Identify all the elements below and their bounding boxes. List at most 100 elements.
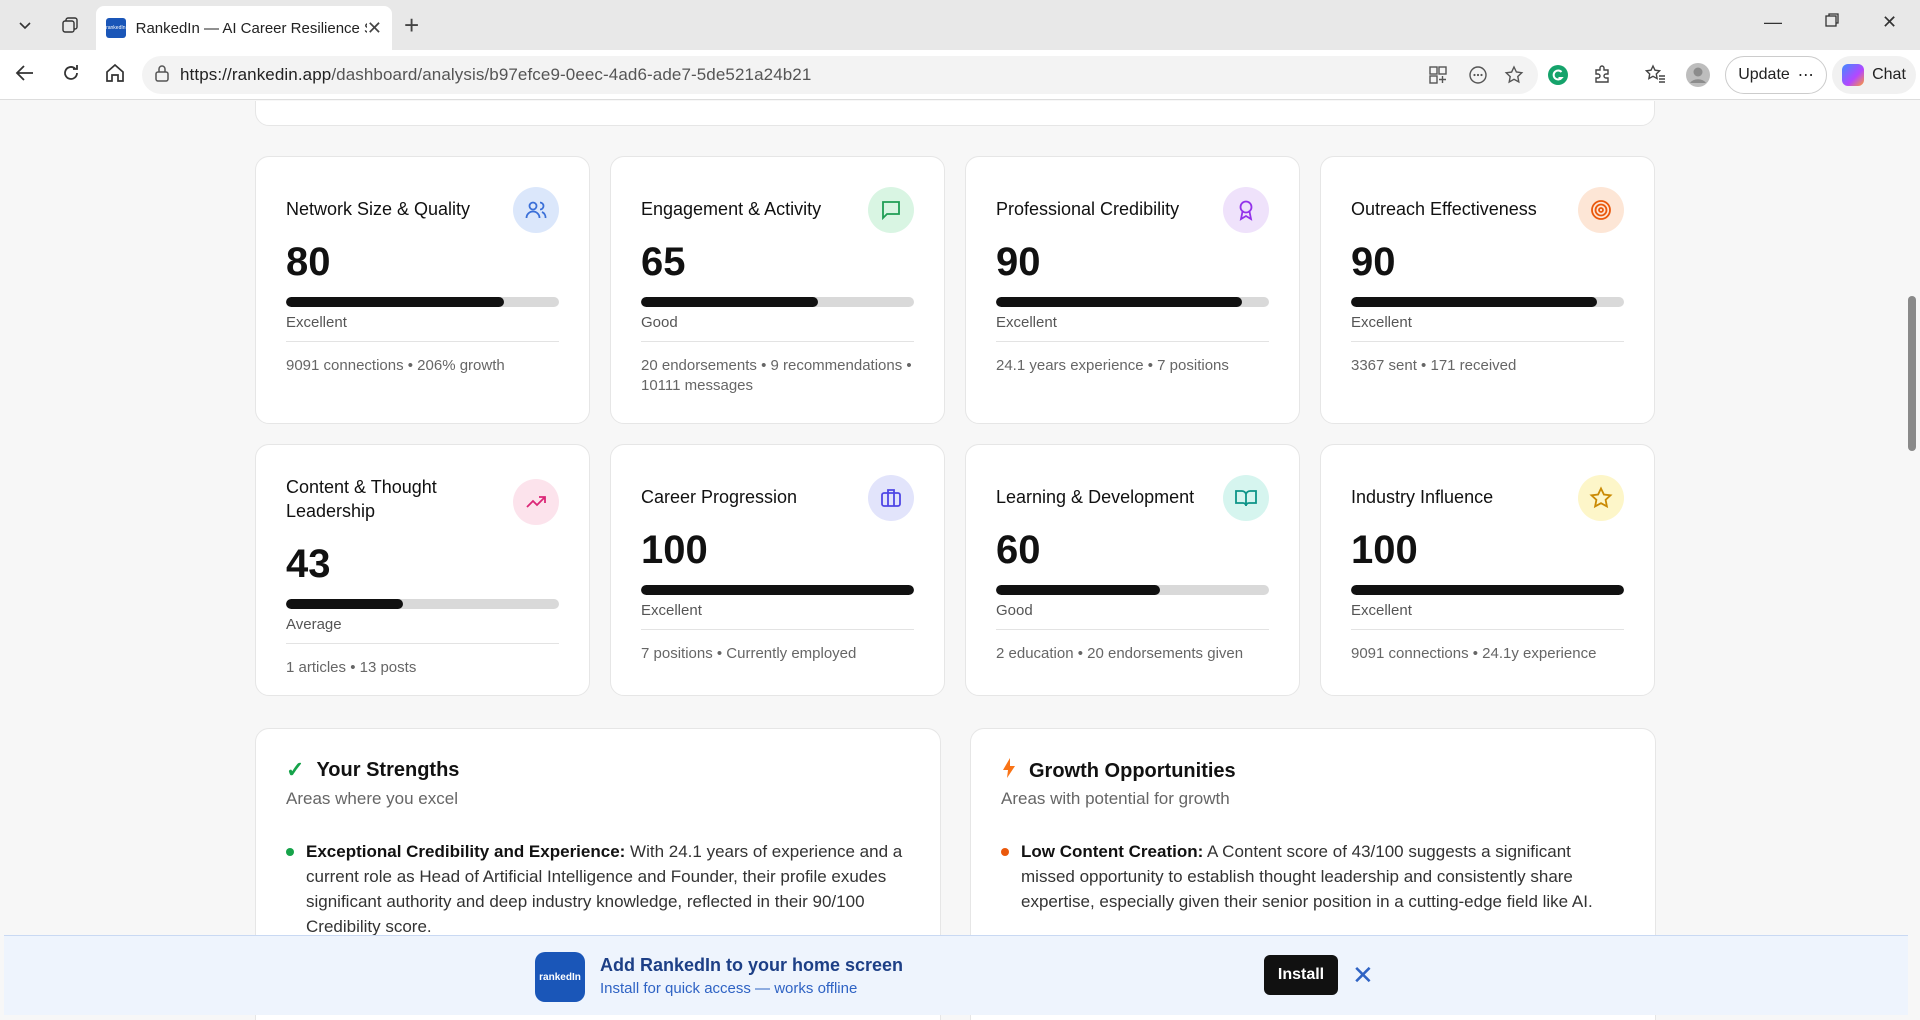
update-label: Update — [1738, 66, 1790, 83]
strength-item: Exceptional Credibility and Experience: … — [286, 839, 912, 939]
metric-rating: Excellent — [996, 314, 1057, 331]
lock-icon[interactable] — [154, 64, 170, 87]
dismiss-close-icon[interactable]: ✕ — [1352, 960, 1374, 991]
browser-toolbar: https://rankedin.app/dashboard/analysis/… — [0, 50, 1920, 100]
metric-card: Learning & Development 60 Good 2 education … — [965, 444, 1300, 696]
metric-rating: Average — [286, 616, 342, 633]
metric-progress-bar — [641, 297, 914, 307]
metric-details: 24.1 years experience • 7 positions — [996, 357, 1229, 374]
metric-rating: Good — [996, 602, 1033, 619]
metric-details: 9091 connections • 206% growth — [286, 357, 505, 374]
metric-divider — [996, 629, 1269, 630]
minimize-icon[interactable]: — — [1764, 12, 1782, 33]
rankedin-logo-icon: rankedIn — [535, 952, 585, 1002]
growth-item-text: Low Content Creation: A Content score of… — [1021, 839, 1627, 914]
update-button[interactable]: Update ⋯ — [1725, 56, 1827, 94]
metric-card: Outreach Effectiveness 90 Excellent 3367 se… — [1320, 156, 1655, 424]
profile-avatar-icon[interactable] — [1685, 62, 1711, 93]
install-button[interactable]: Install — [1264, 955, 1338, 995]
metric-progress-fill — [1351, 585, 1624, 595]
metric-progress-bar — [996, 585, 1269, 595]
growth-item-bold: Low Content Creation: — [1021, 842, 1204, 861]
metric-title: Engagement & Activity — [641, 199, 822, 219]
metric-progress-fill — [641, 297, 819, 307]
metric-details: 20 endorsements • 9 recommendations • 10… — [641, 357, 912, 394]
metric-progress-fill — [286, 599, 404, 609]
metric-divider — [286, 341, 559, 342]
metric-progress-fill — [641, 585, 914, 595]
metric-score: 100 — [1351, 528, 1418, 572]
active-tab[interactable]: rankedIn RankedIn — AI Career Resilience… — [96, 6, 392, 50]
metric-progress-bar — [286, 599, 559, 609]
home-icon[interactable] — [104, 62, 126, 90]
favorite-star-icon[interactable] — [1504, 65, 1524, 90]
close-tab-icon[interactable]: ✕ — [367, 18, 382, 39]
page-scrollbar[interactable] — [1908, 296, 1916, 451]
metric-title: Outreach Effectiveness — [1351, 199, 1537, 219]
metric-rating: Excellent — [286, 314, 347, 331]
close-window-icon[interactable]: ✕ — [1882, 12, 1897, 33]
more-tools-circle-icon[interactable] — [1468, 65, 1488, 90]
metric-card: Engagement & Activity 65 Good 20 endorsemen… — [610, 156, 945, 424]
growth-subtitle: Areas with potential for growth — [1001, 789, 1230, 808]
previous-section-card — [255, 101, 1655, 126]
tab-list-chevron-icon[interactable] — [7, 8, 43, 42]
metric-divider — [1351, 629, 1624, 630]
award-icon — [1223, 187, 1269, 233]
metric-progress-fill — [996, 585, 1160, 595]
install-title: Add RankedIn to your home screen — [600, 955, 904, 975]
metric-title: Content & Thought Leadership — [286, 477, 437, 521]
checkmark-icon: ✓ — [286, 757, 305, 782]
green-bullet-icon — [286, 848, 294, 856]
trending-up-icon — [513, 479, 559, 525]
extensions-puzzle-icon[interactable] — [1592, 64, 1612, 89]
refresh-icon[interactable] — [60, 62, 82, 90]
metric-rating: Excellent — [1351, 314, 1412, 331]
metric-card: Network Size & Quality 80 Excellent 9091 co… — [255, 156, 590, 424]
strengths-header: ✓ Your Strengths — [286, 757, 459, 783]
copilot-icon — [1842, 64, 1865, 86]
target-icon — [1578, 187, 1624, 233]
install-subtitle: Install for quick access — works offline — [600, 980, 858, 997]
star-icon — [1578, 475, 1624, 521]
metric-score: 60 — [996, 528, 1041, 572]
metric-details: 1 articles • 13 posts — [286, 659, 417, 676]
metric-progress-fill — [1351, 297, 1597, 307]
metric-details: 9091 connections • 24.1y experience — [1351, 645, 1597, 662]
restore-icon[interactable] — [1824, 12, 1840, 33]
metric-details: 2 education • 20 endorsements given — [996, 645, 1244, 662]
growth-header: Growth Opportunities — [1001, 757, 1236, 785]
metric-rating: Excellent — [641, 602, 702, 619]
orange-bullet-icon — [1001, 848, 1009, 856]
metric-score: 80 — [286, 240, 331, 284]
url-text[interactable]: https://rankedin.app/dashboard/analysis/… — [180, 65, 811, 85]
metric-title: Career Progression — [641, 487, 798, 507]
metric-title: Learning & Development — [996, 487, 1195, 507]
metric-divider — [996, 341, 1269, 342]
new-tab-plus-icon[interactable]: + — [404, 10, 419, 41]
growth-title: Growth Opportunities — [1029, 759, 1236, 782]
url-host: https://rankedin.app — [180, 65, 332, 84]
metric-progress-bar — [1351, 585, 1624, 595]
strengths-subtitle: Areas where you excel — [286, 789, 458, 808]
favorites-collection-icon[interactable] — [1644, 64, 1666, 89]
split-screen-icon[interactable] — [1428, 65, 1448, 90]
grammarly-extension-icon[interactable] — [1547, 64, 1569, 91]
copilot-chat-button[interactable]: Chat — [1832, 56, 1916, 94]
back-arrow-icon[interactable] — [14, 62, 36, 90]
metric-rating: Good — [641, 314, 678, 331]
growth-item: Low Content Creation: A Content score of… — [1001, 839, 1627, 914]
address-bar[interactable]: https://rankedin.app/dashboard/analysis/… — [142, 56, 1538, 94]
tab-title: RankedIn — AI Career Resilience S — [135, 19, 367, 37]
workspaces-icon[interactable] — [52, 8, 88, 42]
page-viewport: Network Size & Quality 80 Excellent 9091 co… — [0, 101, 1920, 1020]
chat-label: Chat — [1872, 66, 1906, 83]
metric-divider — [641, 629, 914, 630]
metric-title: Industry Influence — [1351, 487, 1494, 507]
message-icon — [868, 187, 914, 233]
metric-progress-bar — [286, 297, 559, 307]
briefcase-icon — [868, 475, 914, 521]
metric-progress-bar — [996, 297, 1269, 307]
users-icon — [513, 187, 559, 233]
metric-progress-fill — [286, 297, 505, 307]
